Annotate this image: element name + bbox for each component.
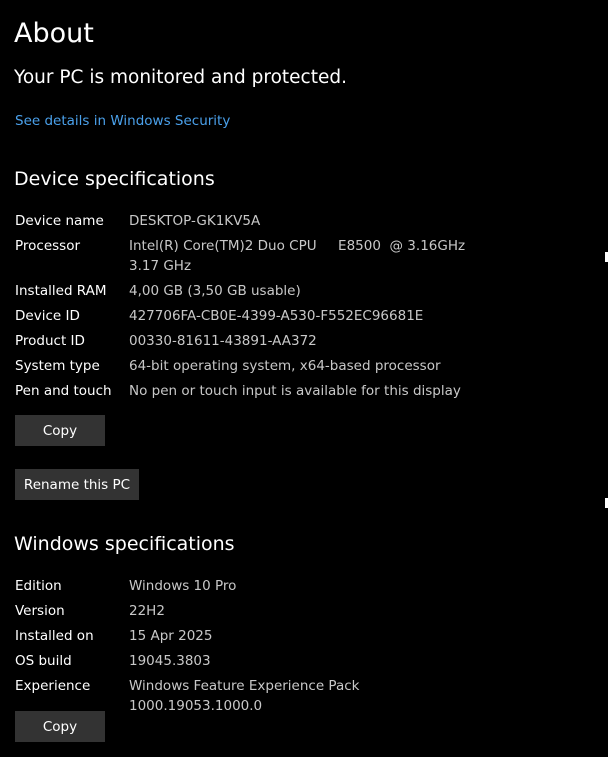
spec-row-system-type: System type 64-bit operating system, x64…	[15, 356, 475, 376]
copy-windows-specs-button[interactable]: Copy	[15, 711, 105, 742]
spec-label: Version	[15, 603, 65, 619]
spec-label: Product ID	[15, 333, 85, 349]
spec-value: Windows 10 Pro	[129, 578, 237, 594]
spec-value: Windows Feature Experience Pack 1000.190…	[129, 678, 364, 714]
spec-value: 19045.3803	[129, 653, 211, 669]
spec-value: 15 Apr 2025	[129, 628, 213, 644]
spec-label: Installed RAM	[15, 283, 107, 299]
spec-label: Device name	[15, 213, 104, 229]
spec-label: Installed on	[15, 628, 94, 644]
spec-label: Pen and touch	[15, 383, 112, 399]
copy-device-specs-button[interactable]: Copy	[15, 415, 105, 446]
device-specs-list: Device name DESKTOP-GK1KV5A Processor In…	[15, 211, 475, 406]
spec-label: System type	[15, 358, 100, 374]
spec-value: 64-bit operating system, x64-based proce…	[129, 358, 441, 374]
protection-status: Your PC is monitored and protected.	[14, 67, 347, 88]
spec-value: No pen or touch input is available for t…	[129, 383, 461, 399]
spec-label: Edition	[15, 578, 62, 594]
spec-value: Intel(R) Core(TM)2 Duo CPU E8500 @ 3.16G…	[129, 238, 466, 274]
spec-row-installed-on: Installed on 15 Apr 2025	[15, 626, 475, 646]
page-title: About	[14, 18, 94, 49]
spec-row-processor: Processor Intel(R) Core(TM)2 Duo CPU E85…	[15, 236, 475, 276]
windows-specs-heading: Windows specifications	[14, 533, 235, 555]
spec-label: OS build	[15, 653, 72, 669]
spec-row-edition: Edition Windows 10 Pro	[15, 576, 475, 596]
spec-row-installed-ram: Installed RAM 4,00 GB (3,50 GB usable)	[15, 281, 475, 301]
spec-label: Device ID	[15, 308, 80, 324]
spec-row-product-id: Product ID 00330-81611-43891-AA372	[15, 331, 475, 351]
spec-value: 427706FA-CB0E-4399-A530-F552EC96681E	[129, 308, 424, 324]
windows-security-link[interactable]: See details in Windows Security	[15, 111, 230, 131]
spec-value: 00330-81611-43891-AA372	[129, 333, 317, 349]
windows-specs-list: Edition Windows 10 Pro Version 22H2 Inst…	[15, 576, 475, 721]
spec-row-version: Version 22H2	[15, 601, 475, 621]
spec-row-device-id: Device ID 427706FA-CB0E-4399-A530-F552EC…	[15, 306, 475, 326]
spec-value: DESKTOP-GK1KV5A	[129, 213, 261, 229]
spec-row-experience: Experience Windows Feature Experience Pa…	[15, 676, 475, 716]
spec-row-pen-and-touch: Pen and touch No pen or touch input is a…	[15, 381, 475, 401]
spec-value: 4,00 GB (3,50 GB usable)	[129, 283, 301, 299]
spec-value: 22H2	[129, 603, 165, 619]
spec-label: Processor	[15, 238, 81, 254]
rename-pc-button[interactable]: Rename this PC	[15, 469, 139, 500]
spec-row-os-build: OS build 19045.3803	[15, 651, 475, 671]
spec-row-device-name: Device name DESKTOP-GK1KV5A	[15, 211, 475, 231]
device-specs-heading: Device specifications	[14, 168, 215, 190]
spec-label: Experience	[15, 678, 91, 694]
